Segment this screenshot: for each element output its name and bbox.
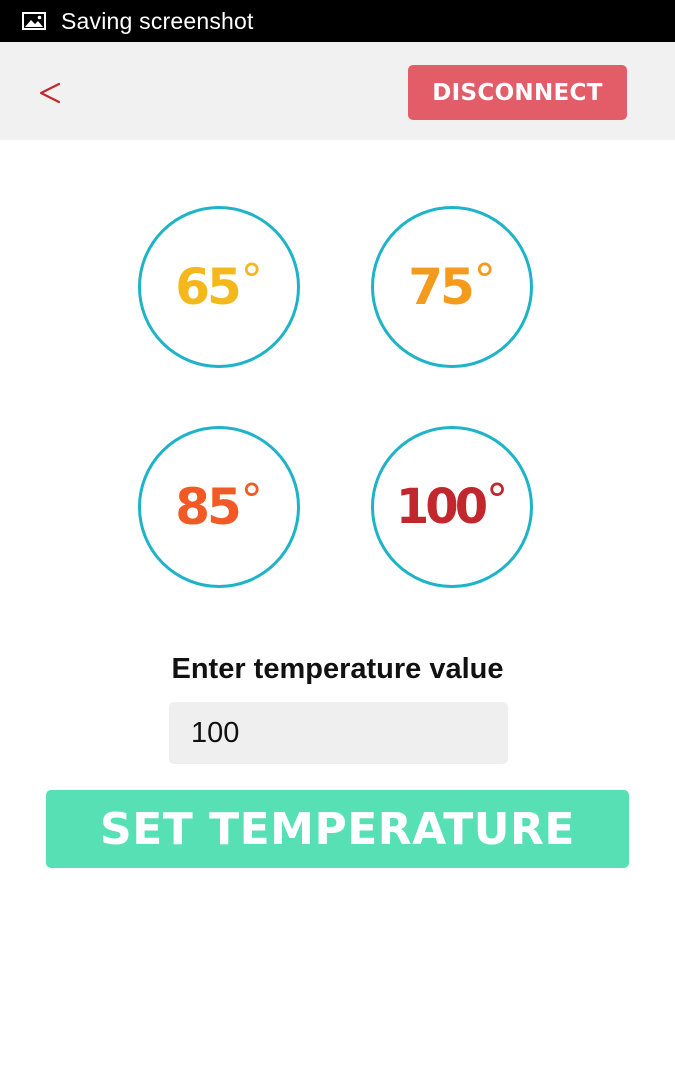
- preset-value: 75: [408, 258, 475, 316]
- preset-value: 85: [175, 478, 242, 536]
- back-button[interactable]: [30, 72, 70, 112]
- disconnect-button[interactable]: DISCONNECT: [408, 65, 627, 120]
- preset-value: 100: [395, 479, 488, 535]
- status-text: Saving screenshot: [61, 8, 254, 34]
- temperature-input-label: Enter temperature value: [171, 653, 504, 685]
- image-icon: [22, 12, 46, 30]
- preset-65-button[interactable]: 65 °: [138, 206, 300, 368]
- preset-value: 65: [175, 258, 242, 316]
- degree-symbol: °: [473, 255, 496, 306]
- degree-symbol: °: [240, 475, 263, 526]
- temperature-input[interactable]: [169, 702, 508, 764]
- degree-symbol: °: [486, 475, 509, 526]
- toolbar: DISCONNECT: [0, 42, 675, 140]
- preset-100-button[interactable]: 100 °: [371, 426, 533, 588]
- set-temperature-button[interactable]: SET TEMPERATURE: [46, 790, 629, 868]
- status-bar: Saving screenshot: [0, 0, 675, 42]
- chevron-left-icon: [39, 82, 61, 104]
- degree-symbol: °: [240, 255, 263, 306]
- preset-75-button[interactable]: 75 °: [371, 206, 533, 368]
- preset-85-button[interactable]: 85 °: [138, 426, 300, 588]
